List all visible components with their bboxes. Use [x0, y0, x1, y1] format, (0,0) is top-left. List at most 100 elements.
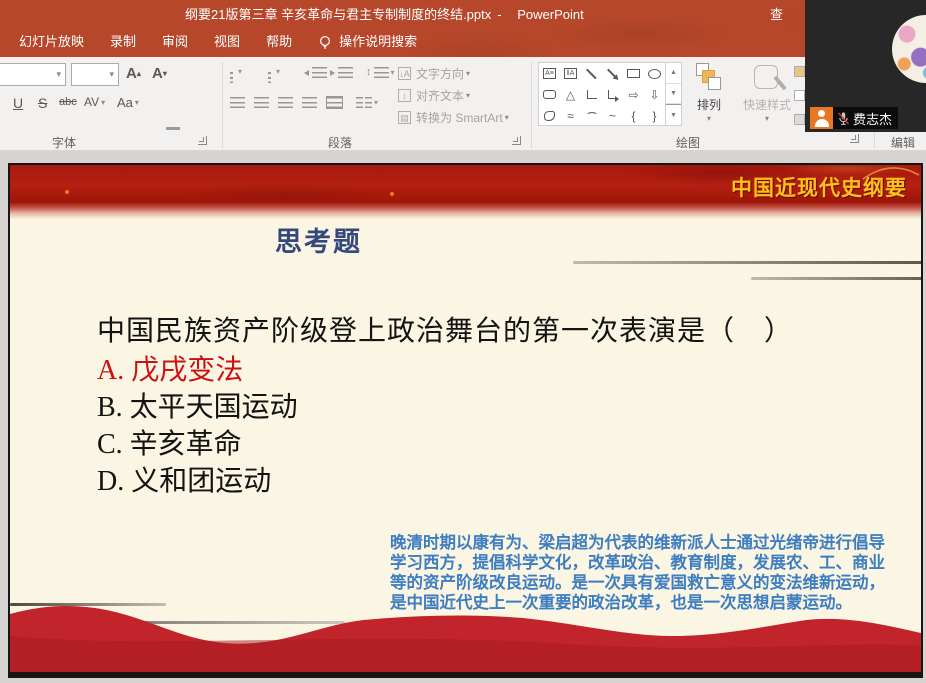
slide-canvas[interactable]: 中国近现代史纲要 思考题 中国民族资产阶级登上政治舞台的第一次表演是（ ） A.… — [8, 163, 923, 678]
justify-icon — [302, 97, 317, 108]
quick-styles-button[interactable]: 快速样式 ▾ — [738, 60, 796, 132]
drawing-dialog-launcher[interactable] — [850, 134, 859, 143]
shape-scribble[interactable]: ≈ — [560, 105, 581, 126]
shape-outline-icon[interactable] — [794, 90, 805, 101]
explanation-line: 学习西方，提倡科学文化，改革政治、教育制度，发展农、工、商业 — [390, 553, 885, 573]
option-b: B. 太平天国运动 — [97, 385, 298, 425]
align-text-button[interactable]: ↕对齐文本▾ — [398, 87, 470, 104]
window-title: 纲要21版第三章 辛亥革命与君主专制制度的终结.pptx- PowerPoint — [185, 4, 590, 23]
bullets-button[interactable]: ▾ — [230, 67, 242, 76]
shape-freeform[interactable] — [539, 105, 560, 126]
arrange-icon — [696, 63, 722, 93]
font-name-combobox[interactable]: ▾ — [0, 63, 66, 86]
tab-tell-me[interactable]: 操作说明搜索 — [305, 26, 430, 57]
shape-effects-icon[interactable] — [794, 114, 805, 125]
shape-right-arrow[interactable]: ⇨ — [623, 84, 644, 105]
editing-group-label: 编辑 — [891, 134, 915, 151]
account-text: 查 — [770, 4, 783, 23]
question-text: 中国民族资产阶级登上政治舞台的第一次表演是（ ） — [97, 309, 793, 349]
workspace-margin — [0, 678, 926, 683]
ribbon-tabs: 幻灯片放映 录制 审阅 视图 帮助 操作说明搜索 — [6, 26, 430, 57]
app-name: PowerPoint — [517, 7, 583, 22]
lines-icon — [374, 67, 389, 78]
character-spacing-label: AV — [84, 95, 99, 109]
up-arrow-icon: ▴ — [137, 69, 141, 78]
columns-icon — [365, 97, 372, 108]
justify-button[interactable] — [302, 97, 317, 108]
shape-line[interactable] — [581, 63, 602, 84]
microphone-muted-icon — [837, 111, 850, 126]
decorative-dot — [390, 192, 394, 196]
tab-help[interactable]: 帮助 — [253, 26, 305, 57]
chevron-down-icon: ▾ — [466, 69, 470, 78]
tab-slideshow[interactable]: 幻灯片放映 — [6, 26, 97, 57]
grow-font-button[interactable]: A▴ — [126, 65, 141, 82]
shape-elbow-arrow-connector[interactable] — [602, 84, 623, 105]
underline-button[interactable]: U — [13, 95, 23, 111]
text-direction-button[interactable]: ↓A文字方向▾ — [398, 65, 470, 82]
gallery-scroll-down[interactable]: ▼ — [666, 84, 681, 105]
shape-rounded-rectangle[interactable] — [539, 84, 560, 105]
explanation-line: 晚清时期以康有为、梁启超为代表的维新派人士通过光绪帝进行倡导 — [390, 533, 885, 553]
quick-styles-icon — [752, 63, 782, 93]
shape-arc[interactable] — [581, 105, 602, 126]
shrink-font-button[interactable]: A▾ — [152, 65, 167, 82]
shape-rectangle[interactable] — [623, 63, 644, 84]
align-center-button[interactable] — [254, 97, 269, 108]
shape-elbow-connector[interactable] — [581, 84, 602, 105]
shapes-gallery: A≡ ‖A △ ⇨ ⇩ ≈ ~ { } ▲ ▼ ▼ — [538, 62, 682, 126]
character-spacing-button[interactable]: AV▾ — [84, 95, 105, 109]
decor-line — [751, 277, 923, 280]
numbering-button[interactable]: ▾ — [268, 67, 280, 76]
convert-smartart-button[interactable]: ▤转换为 SmartArt▾ — [398, 109, 509, 126]
align-right-button[interactable] — [278, 97, 293, 108]
strikethrough-button[interactable]: abc — [59, 96, 77, 108]
shape-triangle[interactable]: △ — [560, 84, 581, 105]
explanation-text: 晚清时期以康有为、梁启超为代表的维新派人士通过光绪帝进行倡导 学习西方，提倡科学… — [390, 533, 885, 613]
decrease-indent-button[interactable] — [312, 67, 327, 78]
group-divider — [531, 62, 532, 148]
arrange-button[interactable]: 排列 ▾ — [686, 60, 732, 132]
align-left-button[interactable] — [230, 97, 245, 108]
font-size-combobox[interactable]: ▾ — [71, 63, 119, 86]
chevron-down-icon: ▾ — [505, 113, 509, 122]
shape-down-arrow[interactable]: ⇩ — [644, 84, 665, 105]
chevron-down-icon: ▾ — [238, 67, 242, 76]
video-call-overlay[interactable]: 费志杰 — [805, 0, 926, 132]
shape-curve[interactable]: ~ — [602, 105, 623, 126]
gallery-scrollbar: ▲ ▼ ▼ — [665, 63, 681, 125]
increase-indent-icon — [338, 67, 353, 78]
decor-line — [573, 261, 923, 264]
gallery-scroll-up[interactable]: ▲ — [666, 63, 681, 84]
down-arrow-icon: ▾ — [163, 69, 167, 78]
increase-indent-button[interactable] — [338, 67, 353, 78]
paragraph-dialog-launcher[interactable] — [512, 136, 521, 145]
font-dialog-launcher[interactable] — [198, 136, 207, 145]
option-c: C. 辛亥革命 — [97, 422, 242, 462]
shape-left-brace[interactable]: { — [623, 105, 644, 126]
shape-arrow-line[interactable] — [602, 63, 623, 84]
shape-right-brace[interactable]: } — [644, 105, 665, 126]
shape-text-box[interactable]: A≡ — [539, 63, 560, 84]
gallery-more-button[interactable]: ▼ — [666, 104, 681, 125]
shadow-button[interactable]: S — [38, 95, 47, 111]
distribute-text-button[interactable] — [326, 96, 343, 109]
person-icon — [810, 107, 833, 129]
line-spacing-button[interactable]: ↕▾ — [366, 66, 395, 78]
tab-review[interactable]: 审阅 — [149, 26, 201, 57]
chevron-down-icon: ▾ — [109, 69, 118, 80]
shape-fill-icon[interactable] — [794, 66, 805, 77]
chevron-down-icon: ▾ — [276, 67, 280, 76]
columns-button[interactable]: ▾ — [356, 97, 378, 108]
chevron-down-icon: ▾ — [56, 69, 65, 80]
change-case-button[interactable]: Aa▾ — [117, 95, 139, 110]
chevron-down-icon: ▾ — [101, 98, 105, 107]
tab-record[interactable]: 录制 — [97, 26, 149, 57]
columns-icon — [356, 97, 363, 108]
shape-vertical-text-box[interactable]: ‖A — [560, 63, 581, 84]
shape-oval[interactable] — [644, 63, 665, 84]
title-bar: 纲要21版第三章 辛亥革命与君主专制制度的终结.pptx- PowerPoint… — [0, 0, 926, 57]
tab-view[interactable]: 视图 — [201, 26, 253, 57]
grow-font-label: A — [126, 65, 137, 82]
align-right-icon — [278, 97, 293, 108]
